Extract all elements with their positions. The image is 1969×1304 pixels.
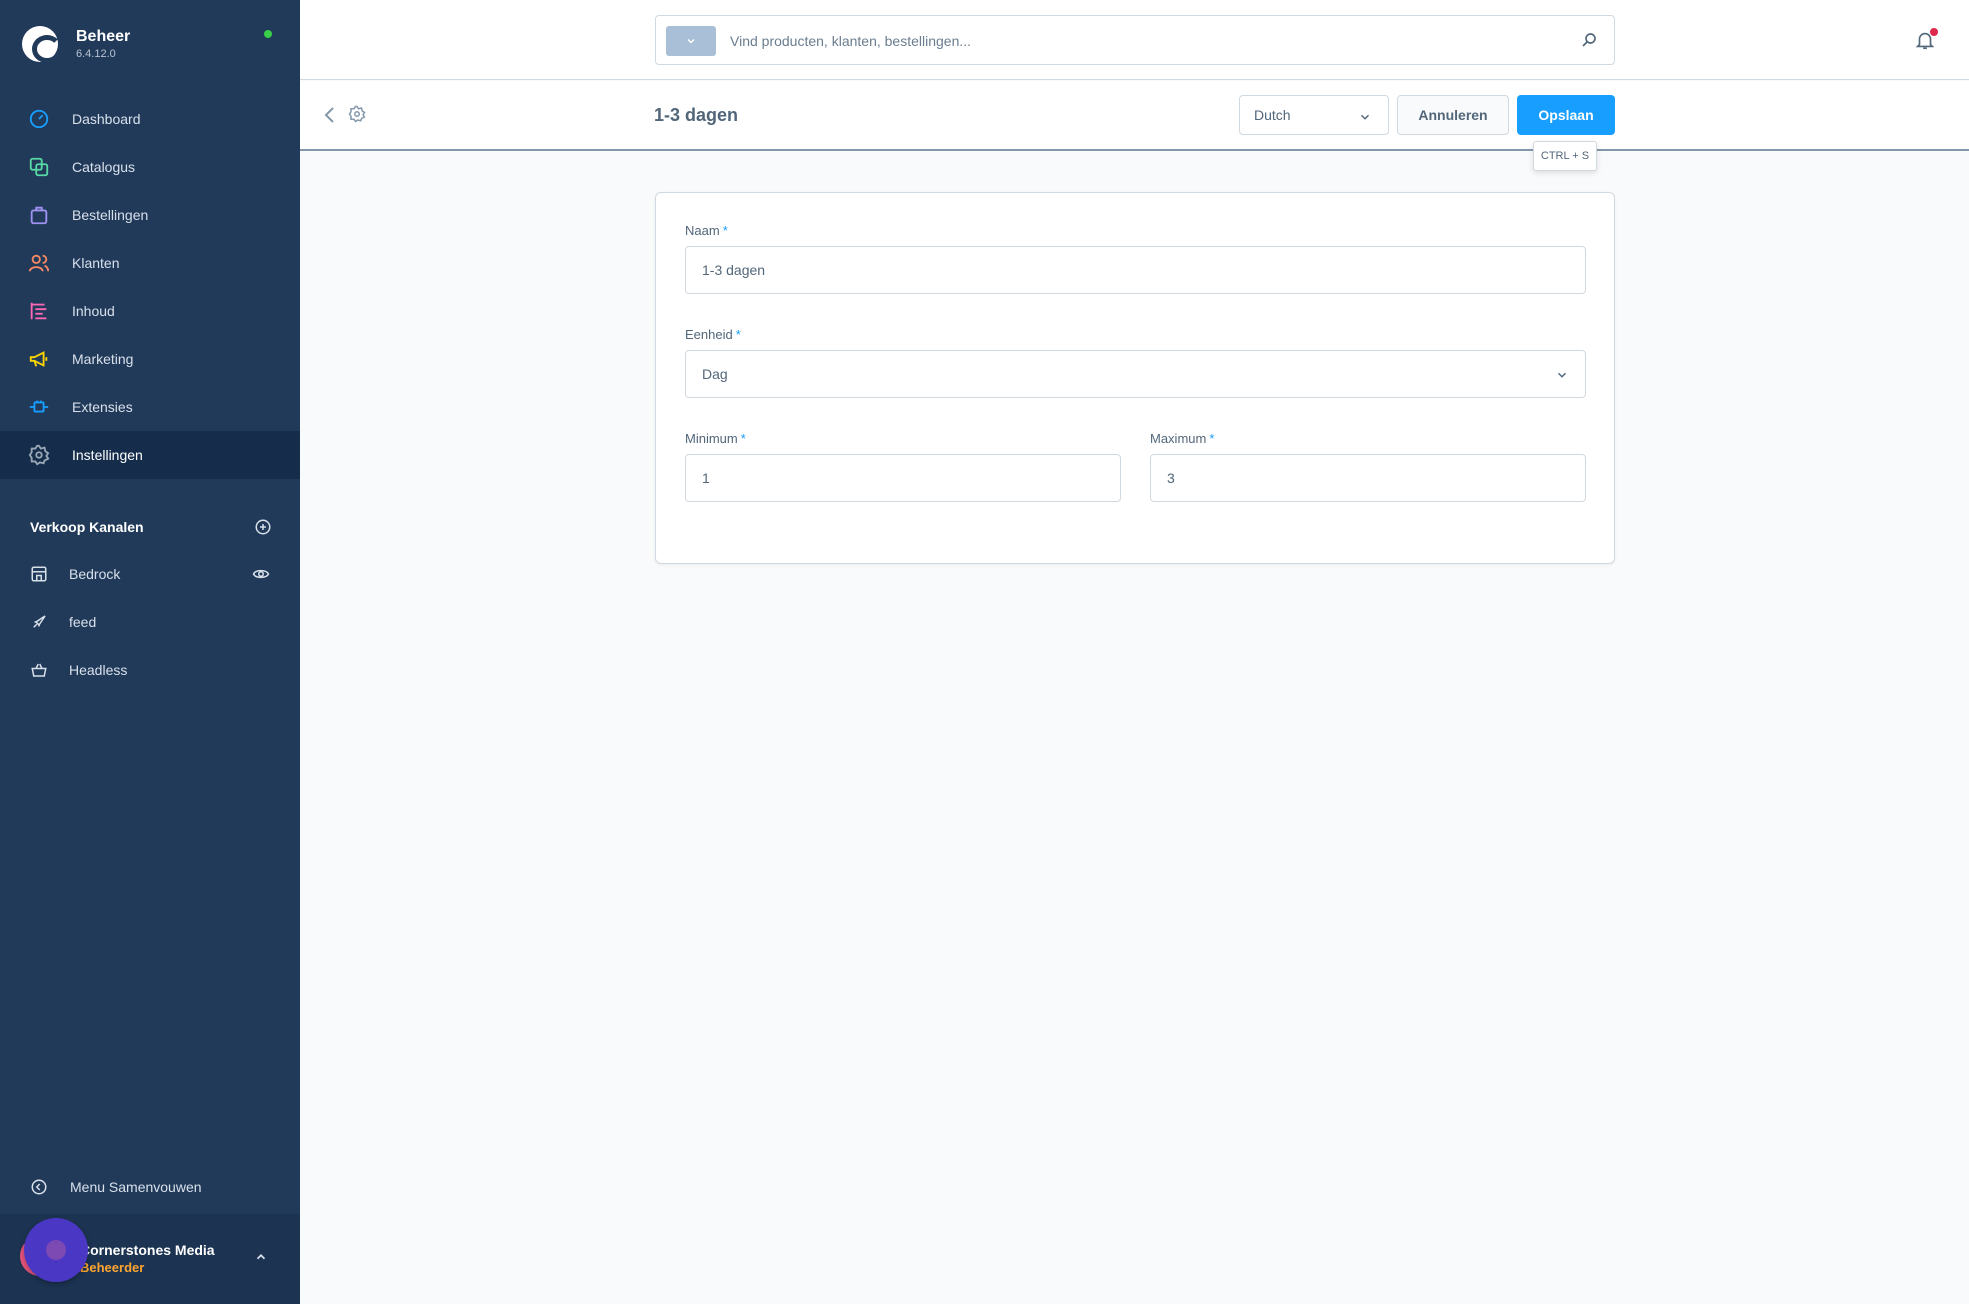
maximum-label-text: Maximum xyxy=(1150,431,1207,446)
page-title: 1-3 dagen xyxy=(654,105,739,125)
chevron-down-icon xyxy=(687,38,695,44)
basket-icon xyxy=(30,661,48,679)
user-role: Beheerder xyxy=(80,1260,145,1275)
search-input[interactable] xyxy=(730,27,1550,55)
floating-action-button[interactable] xyxy=(24,1218,88,1282)
sidebar-item-label: Marketing xyxy=(72,351,134,367)
rocket-icon xyxy=(30,613,48,631)
orders-icon xyxy=(28,204,50,226)
unit-value: Dag xyxy=(702,366,728,382)
collapse-label: Menu Samenvouwen xyxy=(70,1179,202,1195)
back-arrow-icon[interactable] xyxy=(322,105,336,125)
notification-badge xyxy=(1930,28,1938,36)
app-version: 6.4.12.0 xyxy=(76,48,116,60)
name-label-text: Naam xyxy=(685,223,720,238)
gear-icon[interactable] xyxy=(348,105,366,123)
dashboard-icon xyxy=(28,108,50,130)
add-channel-icon[interactable] xyxy=(254,518,272,536)
sidebar-item-label: Bestellingen xyxy=(72,207,149,223)
unit-label: Eenheid * xyxy=(685,327,741,342)
channel-item-feed[interactable]: feed xyxy=(0,598,300,646)
required-mark: * xyxy=(1209,431,1215,446)
eye-icon[interactable] xyxy=(252,565,270,583)
sidebar-item-inhoud[interactable]: Inhoud xyxy=(0,287,300,335)
shopware-logo-icon xyxy=(22,26,62,63)
minimum-label-text: Minimum xyxy=(685,431,738,446)
required-mark: * xyxy=(722,223,728,238)
sales-channels-list: Bedrock feed Headless xyxy=(0,550,300,694)
storefront-icon xyxy=(30,565,48,583)
sidebar-item-catalogus[interactable]: Catalogus xyxy=(0,143,300,191)
channel-item-headless[interactable]: Headless xyxy=(0,646,300,694)
top-bar xyxy=(300,0,1969,80)
sidebar-item-label: Instellingen xyxy=(72,447,143,463)
maximum-label: Maximum * xyxy=(1150,431,1214,446)
chevron-down-icon xyxy=(1557,372,1567,378)
settings-icon xyxy=(28,444,50,466)
marketing-icon xyxy=(28,348,50,370)
status-indicator xyxy=(264,30,272,38)
maximum-field[interactable] xyxy=(1150,454,1586,502)
extensions-icon xyxy=(28,396,50,418)
search-type-dropdown[interactable] xyxy=(666,26,716,56)
app-name: Beheer xyxy=(76,28,131,45)
smart-bar: 1-3 dagen Dutch Annuleren Opslaan xyxy=(300,81,1969,151)
sidebar: Beheer 6.4.12.0 Dashboard Catalogus Best… xyxy=(0,0,300,1304)
collapse-icon xyxy=(31,1179,47,1195)
channel-label: Bedrock xyxy=(69,566,121,582)
catalog-icon xyxy=(28,156,50,178)
language-switch[interactable]: Dutch xyxy=(1239,95,1389,135)
sidebar-item-label: Dashboard xyxy=(72,111,141,127)
minimum-label: Minimum * xyxy=(685,431,746,446)
search-icon[interactable] xyxy=(1580,31,1598,49)
name-label: Naam * xyxy=(685,223,728,238)
name-field[interactable] xyxy=(685,246,1586,294)
sidebar-item-dashboard[interactable]: Dashboard xyxy=(0,95,300,143)
sidebar-item-instellingen[interactable]: Instellingen xyxy=(0,431,300,479)
channel-label: Headless xyxy=(69,662,128,678)
cancel-button[interactable]: Annuleren xyxy=(1397,95,1509,135)
sidebar-item-klanten[interactable]: Klanten xyxy=(0,239,300,287)
brand-text: Beheer 6.4.12.0 xyxy=(76,28,130,60)
sidebar-item-label: Extensies xyxy=(72,399,133,415)
required-mark: * xyxy=(735,327,741,342)
main-nav: Dashboard Catalogus Bestellingen Klanten… xyxy=(0,95,300,479)
brand[interactable]: Beheer 6.4.12.0 xyxy=(22,24,130,64)
required-mark: * xyxy=(740,431,746,446)
minimum-field[interactable] xyxy=(685,454,1121,502)
collapse-menu-button[interactable]: Menu Samenvouwen xyxy=(30,1178,202,1196)
sidebar-item-extensies[interactable]: Extensies xyxy=(0,383,300,431)
chevron-up-icon[interactable] xyxy=(254,1250,268,1264)
unit-label-text: Eenheid xyxy=(685,327,733,342)
sidebar-item-bestellingen[interactable]: Bestellingen xyxy=(0,191,300,239)
channel-label: feed xyxy=(69,614,97,630)
user-name: Cornerstones Media xyxy=(80,1242,215,1258)
delivery-time-card: Naam* Eenheid* Dag Minimum* Maximum* xyxy=(655,192,1615,564)
language-value: Dutch xyxy=(1254,107,1291,123)
sidebar-item-label: Inhoud xyxy=(72,303,115,319)
customers-icon xyxy=(28,252,50,274)
content-icon xyxy=(28,300,50,322)
channel-item-bedrock[interactable]: Bedrock xyxy=(0,550,300,598)
sidebar-item-label: Klanten xyxy=(72,255,120,271)
sales-channels-header: Verkoop Kanalen xyxy=(30,518,272,536)
save-button[interactable]: Opslaan xyxy=(1517,95,1615,135)
sales-channels-title: Verkoop Kanalen xyxy=(30,519,144,535)
sidebar-item-marketing[interactable]: Marketing xyxy=(0,335,300,383)
sidebar-item-label: Catalogus xyxy=(72,159,136,175)
save-shortcut-tooltip: CTRL + S xyxy=(1533,141,1597,171)
unit-select[interactable]: Dag xyxy=(685,350,1586,398)
chevron-down-icon xyxy=(1360,114,1370,120)
global-search xyxy=(655,15,1615,65)
